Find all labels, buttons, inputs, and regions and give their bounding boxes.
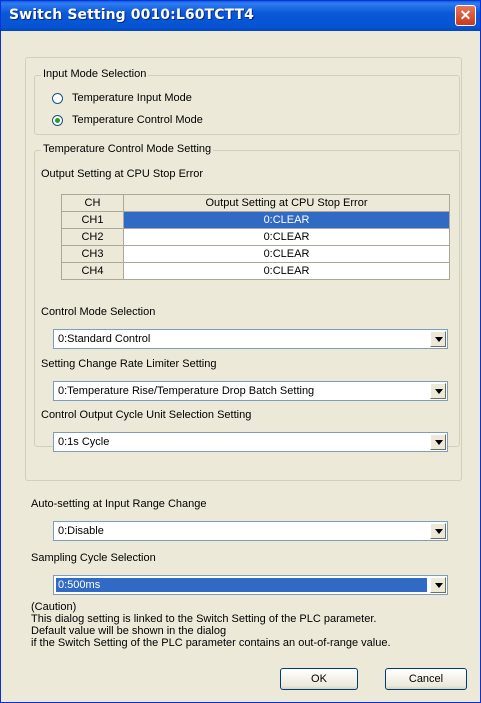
output-setting-cell[interactable]: 0:CLEAR (123, 262, 450, 280)
close-icon: ✕ (459, 7, 472, 23)
chevron-down-icon[interactable] (430, 577, 446, 593)
output-setting-cell[interactable]: 0:CLEAR (123, 228, 450, 246)
sampling-cycle-select[interactable]: 0:500ms (53, 575, 448, 595)
caution-line-2: Default value will be shown in the dialo… (31, 625, 227, 637)
chevron-down-icon[interactable] (430, 434, 446, 450)
rate-limiter-select[interactable]: 0:Temperature Rise/Temperature Drop Batc… (53, 381, 448, 401)
rate-limiter-value: 0:Temperature Rise/Temperature Drop Batc… (58, 385, 315, 397)
rate-limiter-label: Setting Change Rate Limiter Setting (41, 358, 217, 370)
chevron-down-icon[interactable] (430, 523, 446, 539)
auto-setting-value: 0:Disable (58, 525, 104, 537)
output-cycle-value: 0:1s Cycle (58, 436, 110, 448)
radio-temperature-input-mode[interactable] (52, 93, 63, 104)
radio-temperature-control-mode[interactable] (52, 115, 63, 126)
table-row[interactable]: CH2 0:CLEAR (61, 228, 450, 246)
caution-title: (Caution) (31, 601, 77, 613)
ch-cell: CH3 (61, 245, 124, 263)
switch-setting-dialog: Switch Setting 0010:L60TCTT4 ✕ Input Mod… (0, 0, 481, 703)
sampling-cycle-label: Sampling Cycle Selection (31, 552, 156, 564)
control-mode-label: Control Mode Selection (41, 306, 156, 318)
auto-setting-select[interactable]: 0:Disable (53, 521, 448, 541)
ok-button[interactable]: OK (280, 668, 358, 690)
output-cycle-select[interactable]: 0:1s Cycle (53, 432, 448, 452)
output-setting-label: Output Setting at CPU Stop Error (41, 168, 204, 180)
auto-setting-label: Auto-setting at Input Range Change (31, 498, 207, 510)
temperature-input-mode-label[interactable]: Temperature Input Mode (72, 92, 192, 104)
sampling-cycle-value: 0:500ms (56, 578, 427, 592)
caution-line-1: This dialog setting is linked to the Swi… (31, 613, 377, 625)
temperature-control-mode-label[interactable]: Temperature Control Mode (72, 114, 203, 126)
close-button[interactable]: ✕ (455, 5, 476, 26)
column-header-output-setting: Output Setting at CPU Stop Error (123, 194, 450, 212)
input-mode-legend: Input Mode Selection (41, 68, 149, 80)
control-mode-value: 0:Standard Control (58, 333, 151, 345)
table-header-row: CH Output Setting at CPU Stop Error (61, 194, 450, 212)
ch-cell: CH2 (61, 228, 124, 246)
table-row[interactable]: CH3 0:CLEAR (61, 245, 450, 263)
table-row[interactable]: CH1 0:CLEAR (61, 211, 450, 229)
cancel-button[interactable]: Cancel (385, 668, 467, 690)
table-row[interactable]: CH4 0:CLEAR (61, 262, 450, 280)
output-setting-table: CH Output Setting at CPU Stop Error CH1 … (61, 194, 450, 280)
title-bar[interactable]: Switch Setting 0010:L60TCTT4 ✕ (1, 1, 480, 31)
ch-cell: CH1 (61, 211, 124, 229)
chevron-down-icon[interactable] (430, 383, 446, 399)
column-header-ch: CH (61, 194, 124, 212)
output-cycle-label: Control Output Cycle Unit Selection Sett… (41, 409, 252, 421)
chevron-down-icon[interactable] (430, 331, 446, 347)
temp-control-legend: Temperature Control Mode Setting (41, 143, 214, 155)
output-setting-cell[interactable]: 0:CLEAR (123, 245, 450, 263)
caution-line-3: if the Switch Setting of the PLC paramet… (31, 637, 391, 649)
input-mode-group: Input Mode Selection (34, 68, 460, 135)
output-setting-cell[interactable]: 0:CLEAR (123, 211, 450, 229)
window-title: Switch Setting 0010:L60TCTT4 (9, 7, 255, 23)
control-mode-select[interactable]: 0:Standard Control (53, 329, 448, 349)
ch-cell: CH4 (61, 262, 124, 280)
